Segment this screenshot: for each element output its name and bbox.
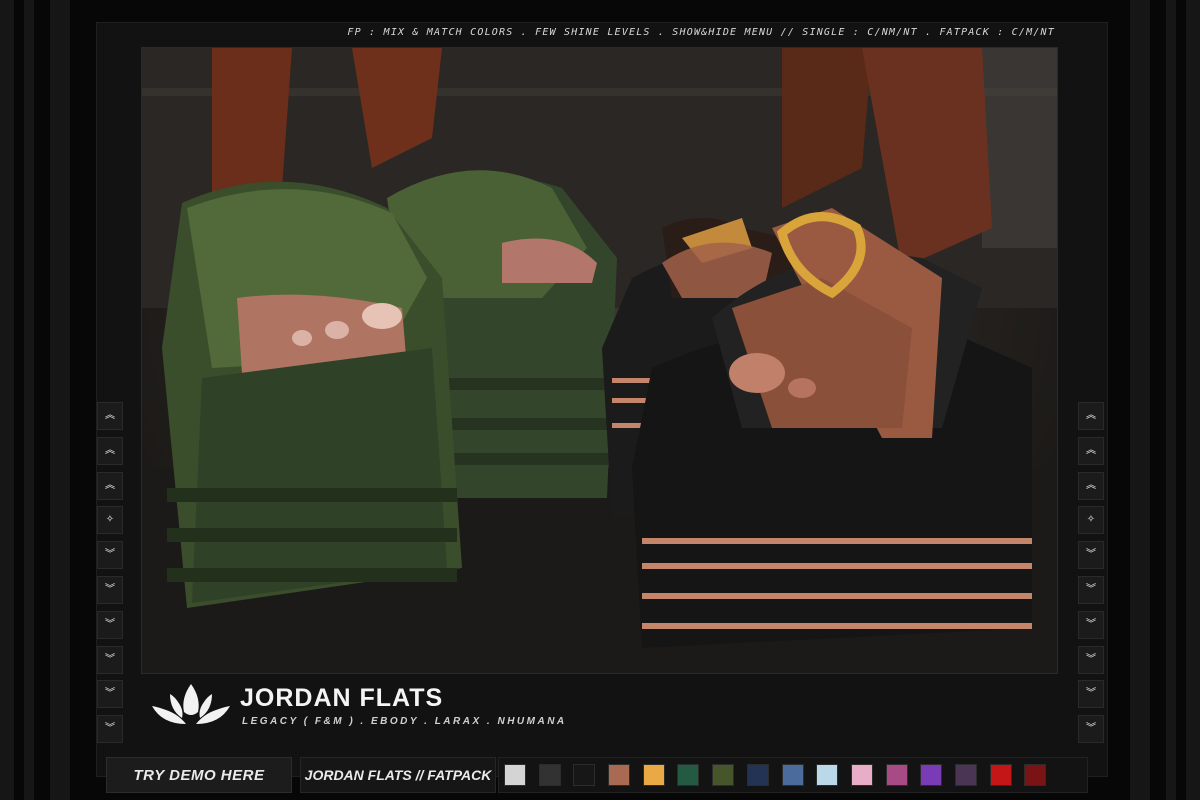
background-stripe <box>1166 0 1176 800</box>
double-chevron-up-icon[interactable]: ︽ <box>1078 436 1104 465</box>
double-chevron-down-icon[interactable]: ︾ <box>97 680 123 709</box>
color-swatch[interactable] <box>746 764 769 786</box>
color-swatch[interactable] <box>504 764 526 786</box>
double-chevron-down-icon[interactable]: ︾ <box>1078 645 1104 674</box>
color-swatch[interactable] <box>816 764 839 786</box>
double-chevron-down-icon[interactable]: ︾ <box>1078 680 1104 709</box>
product-compatibility: LEGACY ( F&M ) . EBODY . LARAX . NHUMANA <box>242 716 567 727</box>
color-swatch[interactable] <box>538 764 561 786</box>
double-chevron-up-icon[interactable]: ︽ <box>97 436 123 465</box>
fatpack-label: JORDAN FLATS // FATPACK <box>300 757 496 793</box>
color-swatch[interactable] <box>954 764 977 786</box>
color-swatch[interactable] <box>920 764 943 786</box>
lotus-logo-icon <box>152 684 230 724</box>
right-nav-column: ︽ ︽ ︽ ✧ ︾ ︾ ︾ ︾ ︾ ︾ <box>1078 402 1104 750</box>
double-chevron-down-icon[interactable]: ︾ <box>97 575 123 604</box>
sparkle-icon[interactable]: ✧ <box>1078 506 1104 535</box>
feature-info-text: FP : MIX & MATCH COLORS . FEW SHINE LEVE… <box>347 27 1055 38</box>
try-demo-button[interactable]: TRY DEMO HERE <box>106 757 292 793</box>
color-swatch[interactable] <box>573 764 596 786</box>
double-chevron-down-icon[interactable]: ︾ <box>1078 541 1104 570</box>
color-swatch[interactable] <box>642 764 665 786</box>
color-swatch[interactable] <box>885 764 908 786</box>
double-chevron-down-icon[interactable]: ︾ <box>1078 610 1104 639</box>
double-chevron-up-icon[interactable]: ︽ <box>97 402 123 430</box>
color-swatch[interactable] <box>989 764 1012 786</box>
sparkle-icon[interactable]: ✧ <box>97 506 123 535</box>
background-stripe <box>24 0 34 800</box>
double-chevron-down-icon[interactable]: ︾ <box>97 610 123 639</box>
background-stripe <box>1186 0 1200 800</box>
window <box>982 48 1057 248</box>
double-chevron-down-icon[interactable]: ︾ <box>97 645 123 674</box>
double-chevron-up-icon[interactable]: ︽ <box>97 471 123 500</box>
double-chevron-down-icon[interactable]: ︾ <box>1078 575 1104 604</box>
double-chevron-down-icon[interactable]: ︾ <box>97 715 123 744</box>
background-stripe <box>50 0 70 800</box>
double-chevron-up-icon[interactable]: ︽ <box>1078 471 1104 500</box>
color-swatch-bar <box>498 757 1088 793</box>
color-swatch[interactable] <box>677 764 700 786</box>
product-photo <box>141 47 1058 674</box>
color-swatch[interactable] <box>850 764 873 786</box>
color-swatch[interactable] <box>712 764 735 786</box>
background-stripe <box>1130 0 1150 800</box>
product-title: JORDAN FLATS <box>240 684 444 712</box>
double-chevron-down-icon[interactable]: ︾ <box>1078 715 1104 744</box>
product-illustration <box>142 48 1057 673</box>
background-stripe <box>0 0 14 800</box>
color-swatch[interactable] <box>1024 764 1047 786</box>
color-swatch[interactable] <box>781 764 804 786</box>
double-chevron-up-icon[interactable]: ︽ <box>1078 402 1104 430</box>
double-chevron-down-icon[interactable]: ︾ <box>97 541 123 570</box>
color-swatch[interactable] <box>608 764 631 786</box>
left-nav-column: ︽ ︽ ︽ ✧ ︾ ︾ ︾ ︾ ︾ ︾ <box>97 402 123 750</box>
